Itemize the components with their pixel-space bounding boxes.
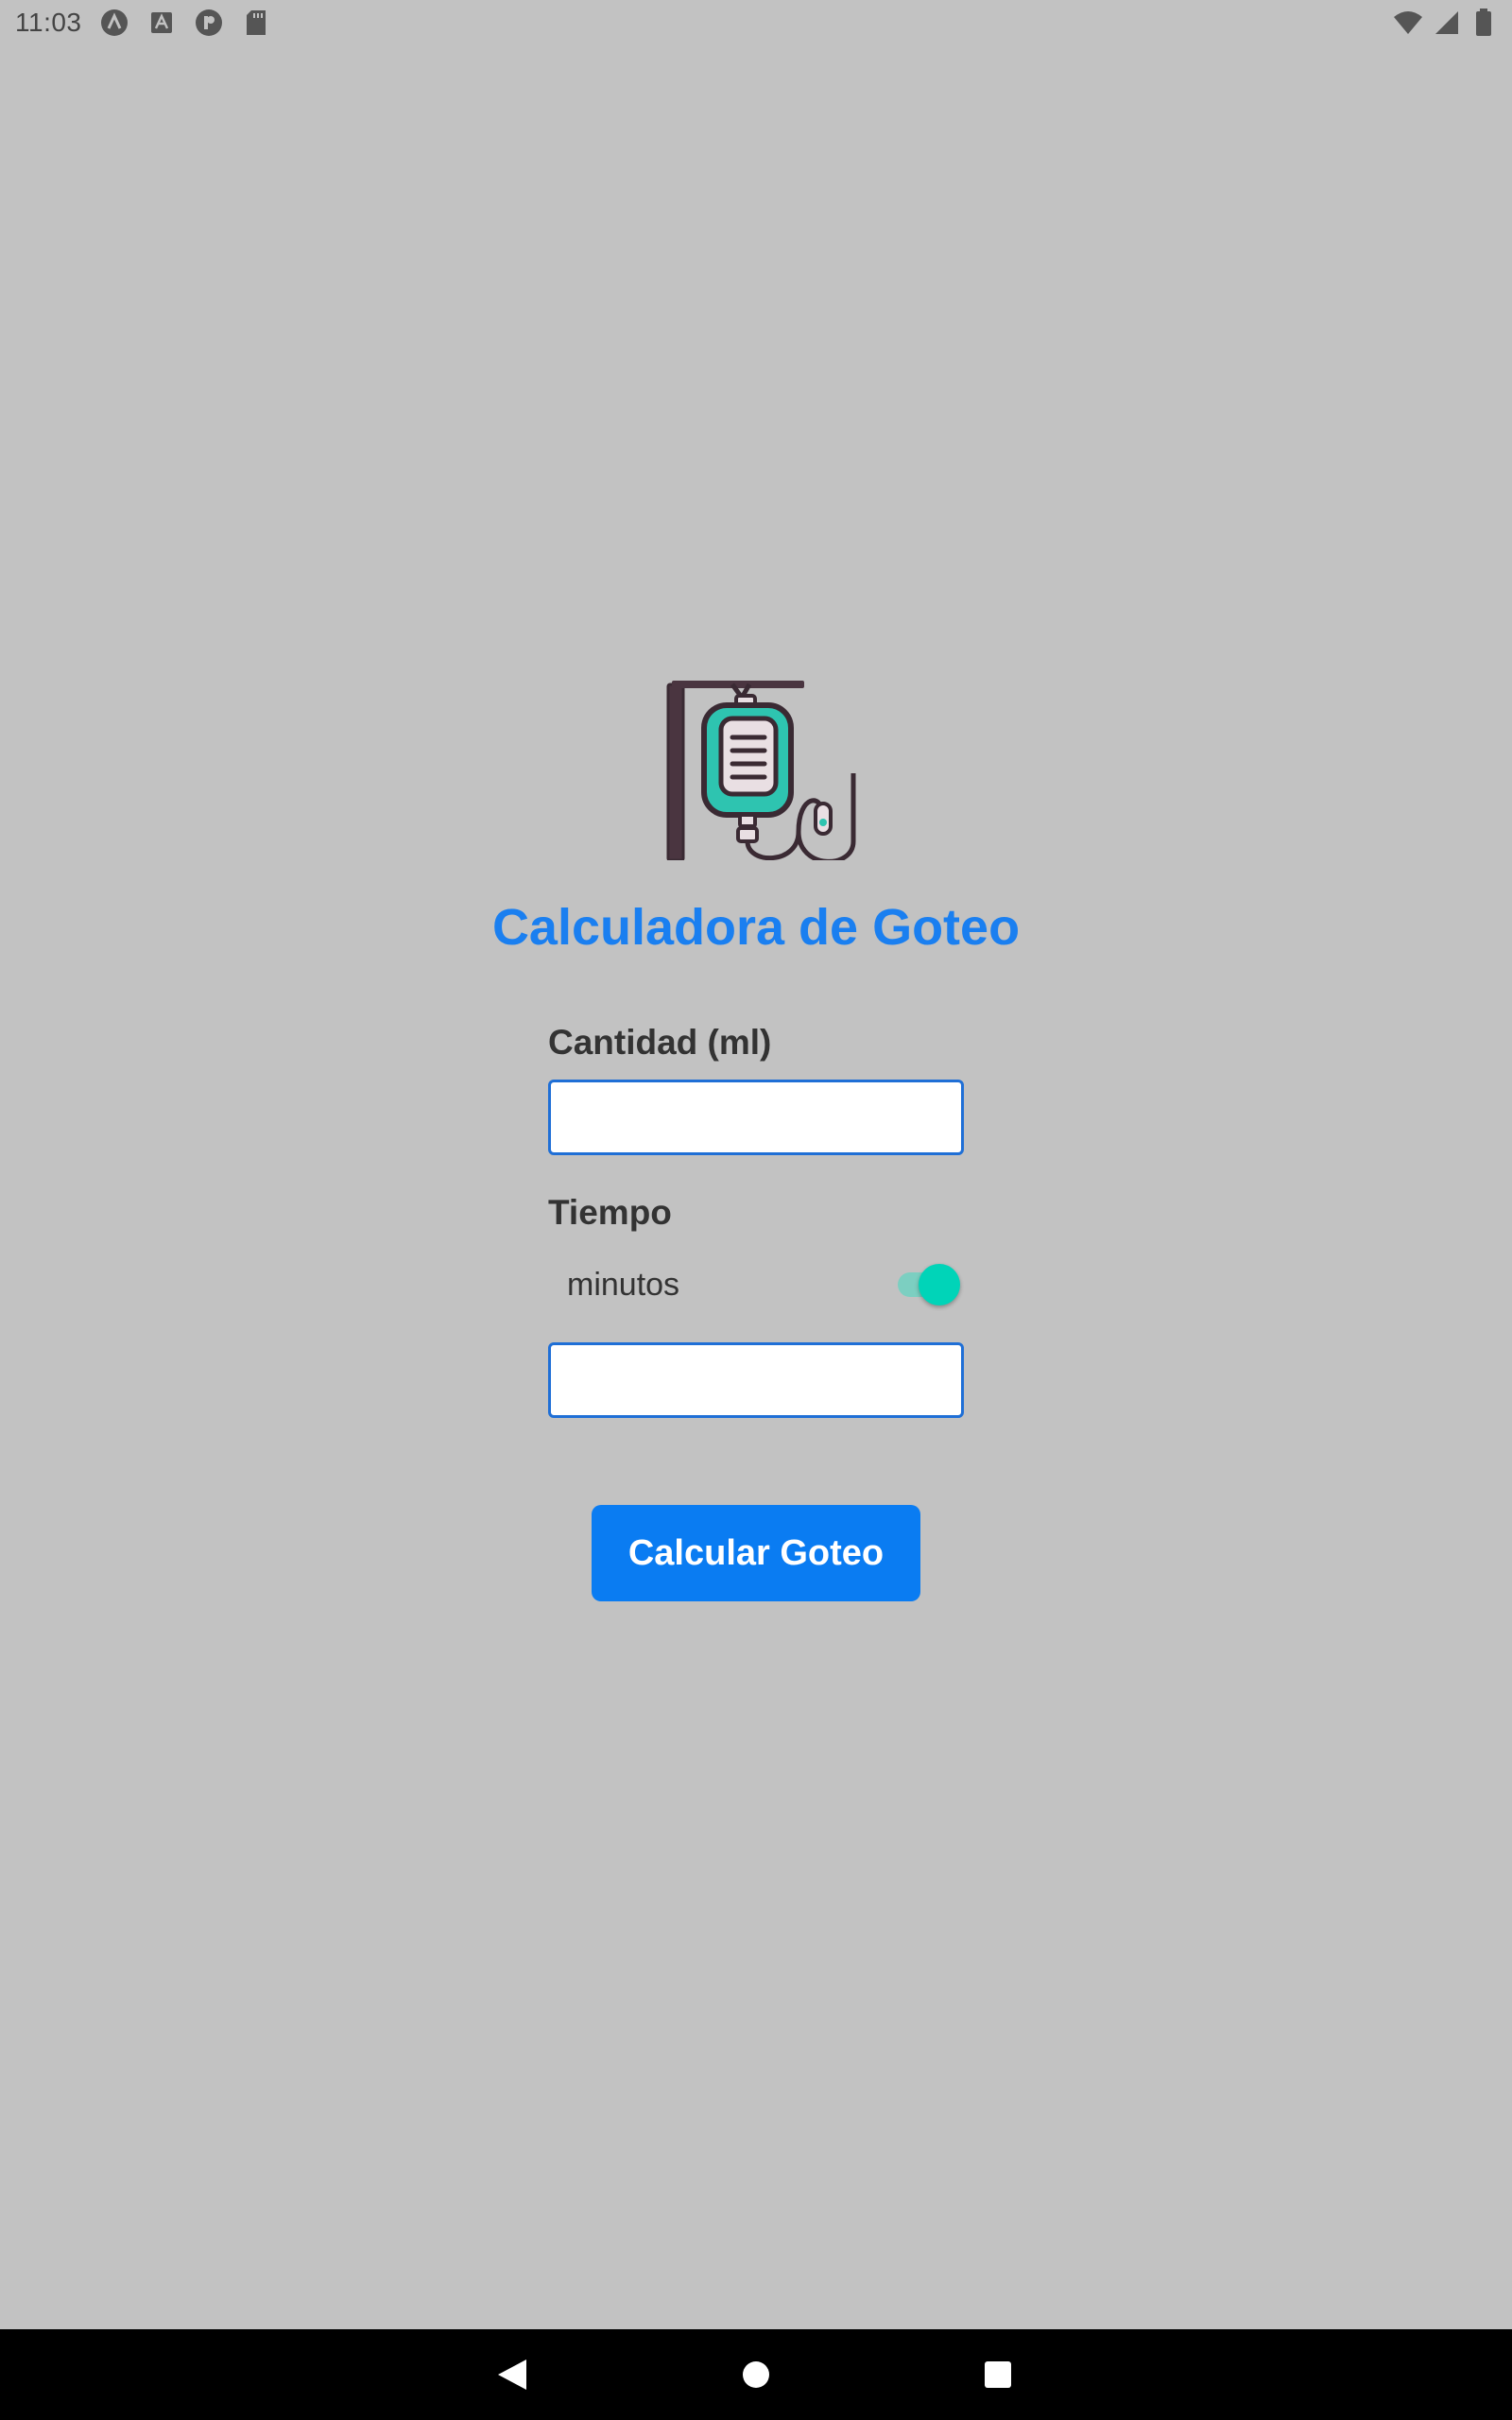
status-left: 11:03 bbox=[15, 8, 271, 38]
toggle-thumb bbox=[919, 1264, 960, 1305]
p-circle-icon bbox=[194, 8, 224, 38]
signal-icon bbox=[1431, 8, 1461, 38]
calculate-drip-button[interactable]: Calcular Goteo bbox=[592, 1505, 920, 1601]
drip-form: Cantidad (ml) Tiempo minutos Calcular Go… bbox=[548, 1023, 964, 1601]
status-right bbox=[1393, 8, 1499, 38]
app-a-circle-icon bbox=[99, 8, 129, 38]
quantity-input[interactable] bbox=[548, 1080, 964, 1155]
recents-square-icon[interactable] bbox=[979, 2356, 1017, 2394]
unit-toggle-label: minutos bbox=[567, 1266, 680, 1303]
iv-drip-bag-icon bbox=[666, 662, 865, 864]
status-time: 11:03 bbox=[15, 8, 82, 37]
time-input[interactable] bbox=[548, 1342, 964, 1418]
back-triangle-icon[interactable] bbox=[493, 2356, 531, 2394]
sd-card-icon bbox=[241, 8, 271, 38]
time-label: Tiempo bbox=[548, 1193, 672, 1232]
wifi-icon bbox=[1393, 8, 1423, 38]
unit-toggle-row: minutos bbox=[548, 1250, 964, 1320]
home-circle-icon[interactable] bbox=[737, 2356, 775, 2394]
minutes-toggle-switch[interactable] bbox=[894, 1264, 960, 1305]
text-a-box-icon bbox=[146, 8, 177, 38]
main-content: Calculadora de Goteo Cantidad (ml) Tiemp… bbox=[0, 662, 1512, 1601]
app-screen: 11:03 Calculadora de Goteo Cantidad (ml)… bbox=[0, 0, 1512, 2420]
status-bar: 11:03 bbox=[0, 0, 1512, 45]
battery-icon bbox=[1469, 8, 1499, 38]
quantity-label: Cantidad (ml) bbox=[548, 1023, 772, 1062]
app-title: Calculadora de Goteo bbox=[491, 899, 1021, 956]
navigation-bar bbox=[0, 2329, 1512, 2420]
